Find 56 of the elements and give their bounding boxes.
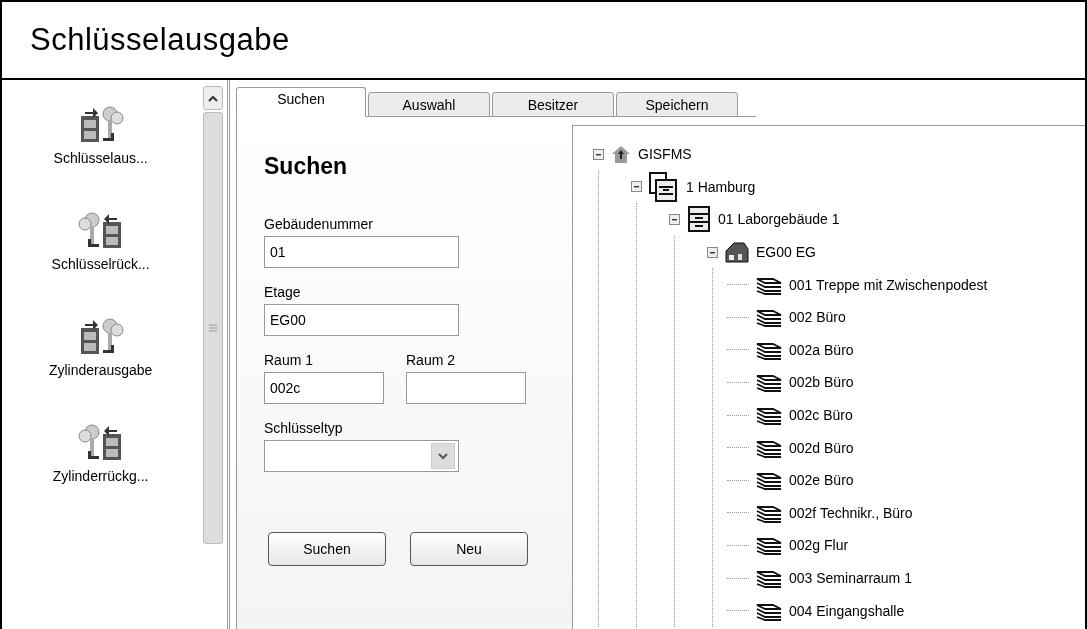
tree-item[interactable]: 002f Technikr., Büro — [789, 504, 913, 521]
input-field[interactable]: 01 — [264, 236, 459, 268]
stack-icon — [755, 372, 783, 393]
scroll-thumb[interactable] — [203, 112, 223, 544]
tree-item[interactable]: 002a Büro — [789, 341, 854, 358]
stack-icon — [755, 568, 783, 588]
tree-item[interactable]: 002d Büro — [789, 439, 854, 456]
form-button[interactable]: Neu — [410, 532, 528, 566]
field-label: Etage — [264, 284, 302, 300]
stack-icon — [755, 405, 783, 426]
tree-item[interactable]: 004 Eingangshalle — [789, 602, 905, 619]
sidebar-item[interactable]: Zylinderrückg... — [52, 468, 149, 484]
house-icon — [610, 144, 632, 165]
dropdown-field[interactable] — [264, 440, 459, 472]
form-heading: Suchen — [264, 153, 349, 180]
field-label: Gebäudenummer — [264, 216, 374, 232]
sidebar-item[interactable]: Schlüsselaus... — [53, 150, 148, 166]
tree-item[interactable]: 003 Seminarraum 1 — [789, 570, 912, 586]
collapse-icon[interactable] — [631, 181, 642, 193]
tree-item[interactable]: GISFMS — [638, 146, 692, 163]
chevron-down-icon — [431, 443, 455, 469]
tree-item[interactable]: 002g Flur — [789, 537, 849, 554]
tab[interactable]: Auswahl — [368, 92, 490, 117]
input-field[interactable] — [406, 372, 526, 404]
tree-item[interactable]: 1 Hamburg — [686, 178, 756, 195]
stack-icon — [755, 535, 783, 556]
stack-icon — [755, 307, 783, 328]
field-label: Raum 1 — [264, 352, 315, 368]
tree-item[interactable]: 001 Treppe mit Zwischenpodest — [789, 276, 988, 293]
tree-item[interactable]: 002 Büro — [789, 309, 846, 326]
chevron-up-icon — [208, 94, 219, 102]
tree-item[interactable]: 002b Büro — [789, 374, 854, 391]
input-field[interactable]: EG00 — [264, 304, 459, 336]
scroll-up-button[interactable] — [203, 86, 223, 110]
barn-icon — [724, 240, 750, 265]
tab[interactable]: Suchen — [236, 87, 366, 117]
sidebar-item[interactable]: Schlüsselrück... — [51, 256, 150, 272]
window-title: Schlüsselausgabe — [30, 22, 290, 58]
collapse-icon[interactable] — [669, 214, 680, 225]
form-button[interactable]: Suchen — [268, 532, 386, 566]
tree-item[interactable]: EG00 EG — [756, 244, 816, 261]
collapse-icon[interactable] — [707, 246, 718, 258]
tree-item[interactable]: 01 Laborgebäude 1 — [718, 211, 840, 228]
field-label: Raum 2 — [406, 352, 457, 368]
grip-icon — [209, 324, 218, 332]
sidebar-item[interactable]: Zylinderausgabe — [48, 362, 153, 378]
tree-item[interactable]: 002c Büro — [789, 407, 853, 424]
tab[interactable]: Speichern — [616, 92, 738, 117]
field-label: Schlüsseltyp — [264, 420, 344, 436]
cabinet-icon — [686, 205, 712, 234]
collapse-icon[interactable] — [593, 148, 604, 160]
input-field[interactable]: 002c — [264, 372, 384, 404]
stack-icon — [755, 470, 783, 491]
tree-item[interactable]: 002e Büro — [789, 472, 854, 489]
tab[interactable]: Besitzer — [492, 92, 614, 117]
cabinets-icon — [648, 170, 680, 203]
